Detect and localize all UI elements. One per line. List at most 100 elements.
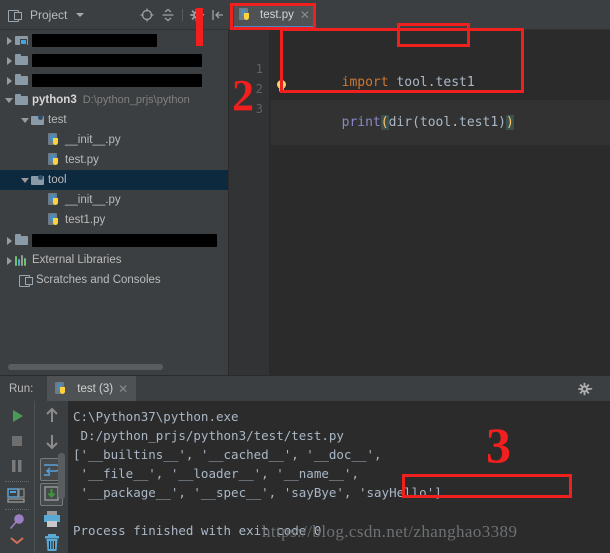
hide-panel-icon[interactable] (211, 8, 225, 22)
annotation-marker-2-label: 2 (232, 71, 254, 120)
annotation-box-import-module (397, 23, 470, 47)
watermark-text: https://blog.csdn.net/zhanghao3389 (262, 522, 518, 541)
project-panel-header: Project (0, 0, 228, 30)
project-title-group[interactable]: Project (0, 7, 85, 22)
locate-icon[interactable] (140, 8, 154, 22)
actions-divider (5, 481, 29, 482)
close-icon[interactable]: ✕ (118, 382, 128, 396)
project-panel-title: Project (30, 7, 68, 22)
folder-icon (15, 234, 29, 246)
tree-item-label: test1.py (65, 214, 106, 226)
print-argument: dir(tool.test1) (388, 115, 506, 130)
restore-layout-button[interactable] (7, 486, 27, 506)
tree-row-test-py[interactable]: test.py (0, 150, 228, 170)
folder-icon (15, 54, 29, 66)
scratches-icon (19, 274, 33, 287)
scroll-up-button[interactable] (42, 406, 62, 426)
tree-row-redacted-1[interactable] (0, 30, 228, 50)
tree-row-test-package[interactable]: test (0, 110, 228, 130)
project-tree-horizontal-scrollbar[interactable] (8, 364, 163, 370)
tree-item-label: python3 (32, 94, 77, 106)
annotation-marker-1-bar (196, 8, 203, 46)
toolbar-divider (182, 9, 183, 21)
run-tab-label: test (3) (77, 382, 114, 395)
tree-row-scratches[interactable]: Scratches and Consoles (0, 270, 228, 290)
collapse-all-icon[interactable] (161, 8, 175, 22)
console-line-3: ['__builtins__', '__cached__', '__doc__'… (73, 447, 382, 462)
python-file-icon (48, 133, 61, 147)
tree-row-tool-package[interactable]: tool (0, 170, 228, 190)
chevron-right-icon[interactable] (4, 75, 15, 86)
module-folder-icon (15, 34, 29, 46)
chevron-down-icon[interactable] (20, 175, 31, 186)
chevron-right-icon[interactable] (4, 35, 15, 46)
annotation-box-console-members (402, 474, 572, 498)
console-scrollbar[interactable] (58, 453, 65, 499)
tree-item-label: __init__.py (65, 134, 121, 146)
scroll-down-button[interactable] (42, 431, 62, 451)
folder-icon (15, 94, 29, 106)
run-label: Run: (9, 382, 34, 395)
folder-icon (15, 74, 29, 86)
python-file-icon (55, 381, 68, 396)
python-file-icon (48, 193, 61, 207)
run-tab-test[interactable]: test (3) ✕ (47, 375, 137, 402)
console-line-5: '__package__', '__spec__', 'sayBye', 'sa… (73, 485, 442, 500)
run-actions-column-1 (0, 401, 34, 553)
tree-row-test-init[interactable]: __init__.py (0, 130, 228, 150)
function-print: print (341, 115, 381, 130)
tree-row-redacted-2[interactable] (0, 50, 228, 70)
tree-item-label: test (48, 114, 67, 126)
redacted-label (32, 33, 157, 47)
chevron-right-icon[interactable] (4, 255, 15, 266)
project-toolbar (140, 0, 225, 30)
run-tool-window-header: Run: test (3) ✕ (0, 375, 610, 402)
expand-button[interactable] (7, 536, 27, 553)
console-line-1: C:\Python37\python.exe (73, 409, 239, 424)
chevron-down-icon[interactable] (20, 115, 31, 126)
tree-row-tool-init[interactable]: __init__.py (0, 190, 228, 210)
redacted-label (32, 53, 202, 67)
console-line-4: '__file__', '__loader__', '__name__', (73, 466, 359, 481)
pin-tab-button[interactable] (7, 513, 27, 533)
code-line-3[interactable]: print(dir(tool.test1)) (271, 100, 610, 145)
tree-item-label: __init__.py (65, 194, 121, 206)
console-line-2: D:/python_prjs/python3/test/test.py (73, 428, 344, 443)
tree-row-python3[interactable]: python3 D:\python_prjs\python (0, 90, 228, 110)
redacted-label (32, 73, 202, 87)
pause-output-button[interactable] (7, 456, 27, 476)
project-icon (8, 9, 22, 22)
tree-item-label: Scratches and Consoles (36, 274, 161, 286)
line-number-2: 2 (255, 82, 263, 96)
annotation-marker-3-label: 3 (486, 417, 511, 473)
tree-item-label: tool (48, 174, 67, 186)
tree-item-label: test.py (65, 154, 99, 166)
tree-row-test1-py[interactable]: test1.py (0, 210, 228, 230)
chevron-right-icon[interactable] (4, 55, 15, 66)
project-tree[interactable]: python3 D:\python_prjs\python test __ini… (0, 30, 228, 375)
python-file-icon (48, 213, 61, 227)
tree-row-redacted-4[interactable] (0, 230, 228, 250)
tree-row-external-libraries[interactable]: External Libraries (0, 250, 228, 270)
line-number-1: 1 (255, 62, 263, 76)
settings-gear-icon[interactable] (578, 382, 593, 396)
source-folder-icon (31, 114, 45, 126)
print-button[interactable] (42, 509, 62, 529)
chevron-down-icon[interactable] (76, 12, 85, 17)
pycharm-window: Project test.py ✕ python3 D:\python_prjs… (0, 0, 610, 553)
stop-button[interactable] (7, 431, 27, 451)
tree-item-label: External Libraries (32, 254, 122, 266)
actions-divider-2 (5, 509, 29, 510)
line-number-3: 3 (255, 102, 263, 116)
close-paren: ) (506, 115, 514, 130)
chevron-down-icon[interactable] (4, 95, 15, 106)
open-paren: ( (380, 115, 389, 130)
libraries-icon (15, 254, 29, 266)
redacted-label (32, 233, 217, 247)
rerun-button[interactable] (7, 406, 27, 426)
chevron-right-icon[interactable] (4, 235, 15, 246)
source-folder-icon (31, 174, 45, 186)
trash-icon[interactable] (42, 533, 62, 553)
tree-row-redacted-3[interactable] (0, 70, 228, 90)
tree-item-path: D:\python_prjs\python (82, 94, 190, 106)
